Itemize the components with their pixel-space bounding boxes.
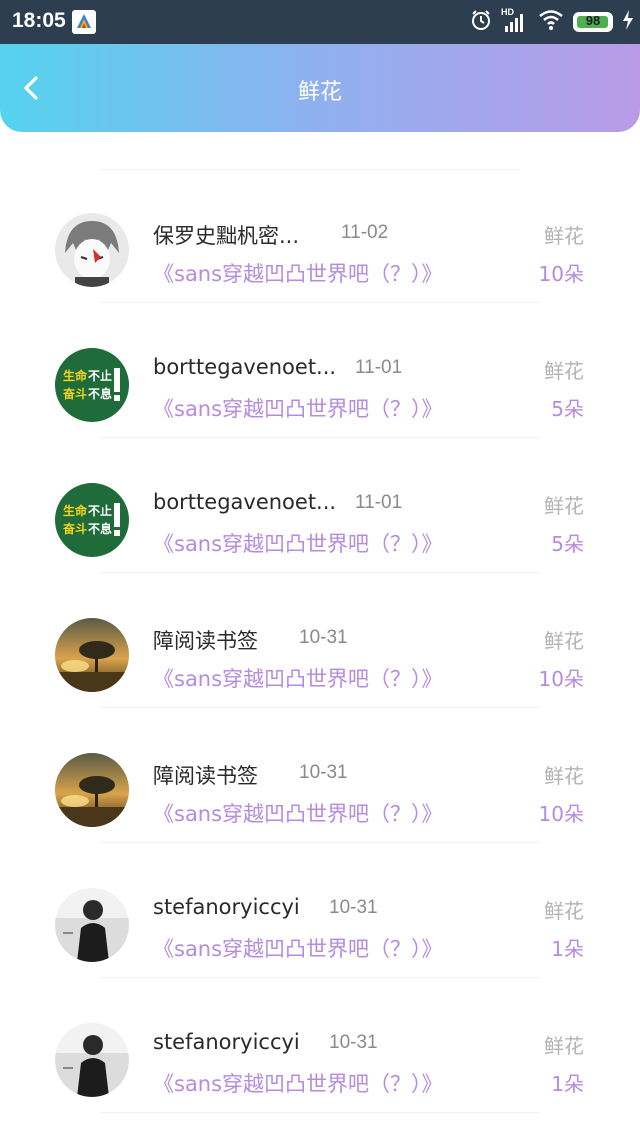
page-title: 鲜花	[297, 80, 342, 105]
user-name[interactable]: 障阅读书签	[153, 625, 258, 655]
divider	[100, 1112, 540, 1113]
list-item[interactable]: 障阅读书签 10-31 《sans穿越凹凸世界吧（？）》 鲜花 10朵	[0, 573, 640, 708]
status-time: 18:05	[12, 9, 66, 32]
avatar-motto-3: 奋斗	[62, 521, 87, 536]
gift-type: 鲜花	[544, 1034, 584, 1058]
battery-percent: 98	[585, 13, 601, 28]
avatar-motto-2: 不止	[88, 368, 112, 383]
user-name[interactable]: stefanoryiccyi	[153, 1030, 300, 1054]
gift-date: 11-01	[355, 492, 403, 513]
gift-count: 1朵	[551, 1072, 584, 1096]
avatar-motto-4: 不息	[88, 386, 112, 401]
book-title[interactable]: 《sans穿越凹凸世界吧（？）》	[153, 393, 443, 423]
alarm-icon	[470, 9, 492, 35]
gift-count: 5朵	[551, 532, 584, 556]
gift-type: 鲜花	[544, 629, 584, 653]
user-avatar[interactable]: 生命 不止 奋斗 不息	[55, 348, 129, 422]
user-avatar[interactable]	[55, 618, 129, 692]
book-title[interactable]: 《sans穿越凹凸世界吧（？）》	[153, 798, 443, 828]
avatar-motto-2: 不止	[88, 503, 112, 518]
list-item[interactable]: stefanoryiccyi 10-31 《sans穿越凹凸世界吧（？）》 鲜花…	[0, 843, 640, 978]
avatar-motto-4: 不息	[88, 521, 112, 536]
list-item[interactable]: 保罗史黜杋密... 11-02 《sans穿越凹凸世界吧（？）》 鲜花 10朵	[0, 168, 640, 303]
status-bar: 18:05 HD 98	[0, 0, 640, 44]
book-title[interactable]: 《sans穿越凹凸世界吧（？）》	[153, 1068, 443, 1098]
list-item[interactable]: stefanoryiccyi 10-31 《sans穿越凹凸世界吧（？）》 鲜花…	[0, 978, 640, 1113]
gift-count: 10朵	[538, 262, 584, 286]
book-title[interactable]: 《sans穿越凹凸世界吧（？）》	[153, 528, 443, 558]
header-bar: 鲜花	[0, 44, 640, 132]
avatar-motto-1: 生命	[63, 368, 88, 383]
gift-type: 鲜花	[544, 224, 584, 248]
gift-date: 10-31	[329, 1032, 378, 1053]
user-avatar[interactable]	[55, 1023, 129, 1097]
avatar-motto-3: 奋斗	[62, 386, 87, 401]
gift-type: 鲜花	[544, 359, 584, 383]
partial-list-item	[0, 132, 640, 170]
user-name[interactable]: stefanoryiccyi	[153, 895, 300, 919]
list-item[interactable]: 障阅读书签 10-31 《sans穿越凹凸世界吧（？）》 鲜花 10朵	[0, 708, 640, 843]
signal-icon: HD	[501, 7, 529, 34]
user-name[interactable]: borttegavenoet...	[153, 490, 336, 514]
avatar-motto-1: 生命	[63, 503, 88, 518]
user-name[interactable]: 障阅读书签	[153, 760, 258, 790]
gift-count: 5朵	[551, 397, 584, 421]
gift-date: 11-01	[355, 357, 403, 378]
wifi-icon	[538, 9, 564, 35]
gift-date: 10-31	[299, 762, 348, 783]
gift-count: 10朵	[538, 802, 584, 826]
gift-date: 10-31	[299, 627, 348, 648]
gift-type: 鲜花	[544, 899, 584, 923]
book-title[interactable]: 《sans穿越凹凸世界吧（？）》	[153, 663, 443, 693]
gift-date: 10-31	[329, 897, 378, 918]
user-avatar[interactable]	[55, 753, 129, 827]
status-icons: HD 98	[470, 7, 634, 36]
user-avatar[interactable]: 生命 不止 奋斗 不息	[55, 483, 129, 557]
user-avatar[interactable]	[55, 213, 129, 287]
gift-date: 11-02	[341, 222, 389, 243]
user-name[interactable]: 保罗史黜杋密...	[153, 220, 299, 250]
gift-type: 鲜花	[544, 494, 584, 518]
user-avatar[interactable]	[55, 888, 129, 962]
gift-count: 1朵	[551, 937, 584, 961]
gift-count: 10朵	[538, 667, 584, 691]
app-icon	[72, 10, 96, 34]
gift-type: 鲜花	[544, 764, 584, 788]
list-item[interactable]: 生命 不止 奋斗 不息 borttegavenoet... 11-01 《san…	[0, 438, 640, 573]
book-title[interactable]: 《sans穿越凹凸世界吧（？）》	[153, 258, 443, 288]
charging-icon	[622, 10, 634, 34]
list-item[interactable]: 生命 不止 奋斗 不息 borttegavenoet... 11-01 《san…	[0, 303, 640, 438]
battery-icon: 98	[573, 12, 613, 32]
user-name[interactable]: borttegavenoet...	[153, 355, 336, 379]
book-title[interactable]: 《sans穿越凹凸世界吧（？）》	[153, 933, 443, 963]
